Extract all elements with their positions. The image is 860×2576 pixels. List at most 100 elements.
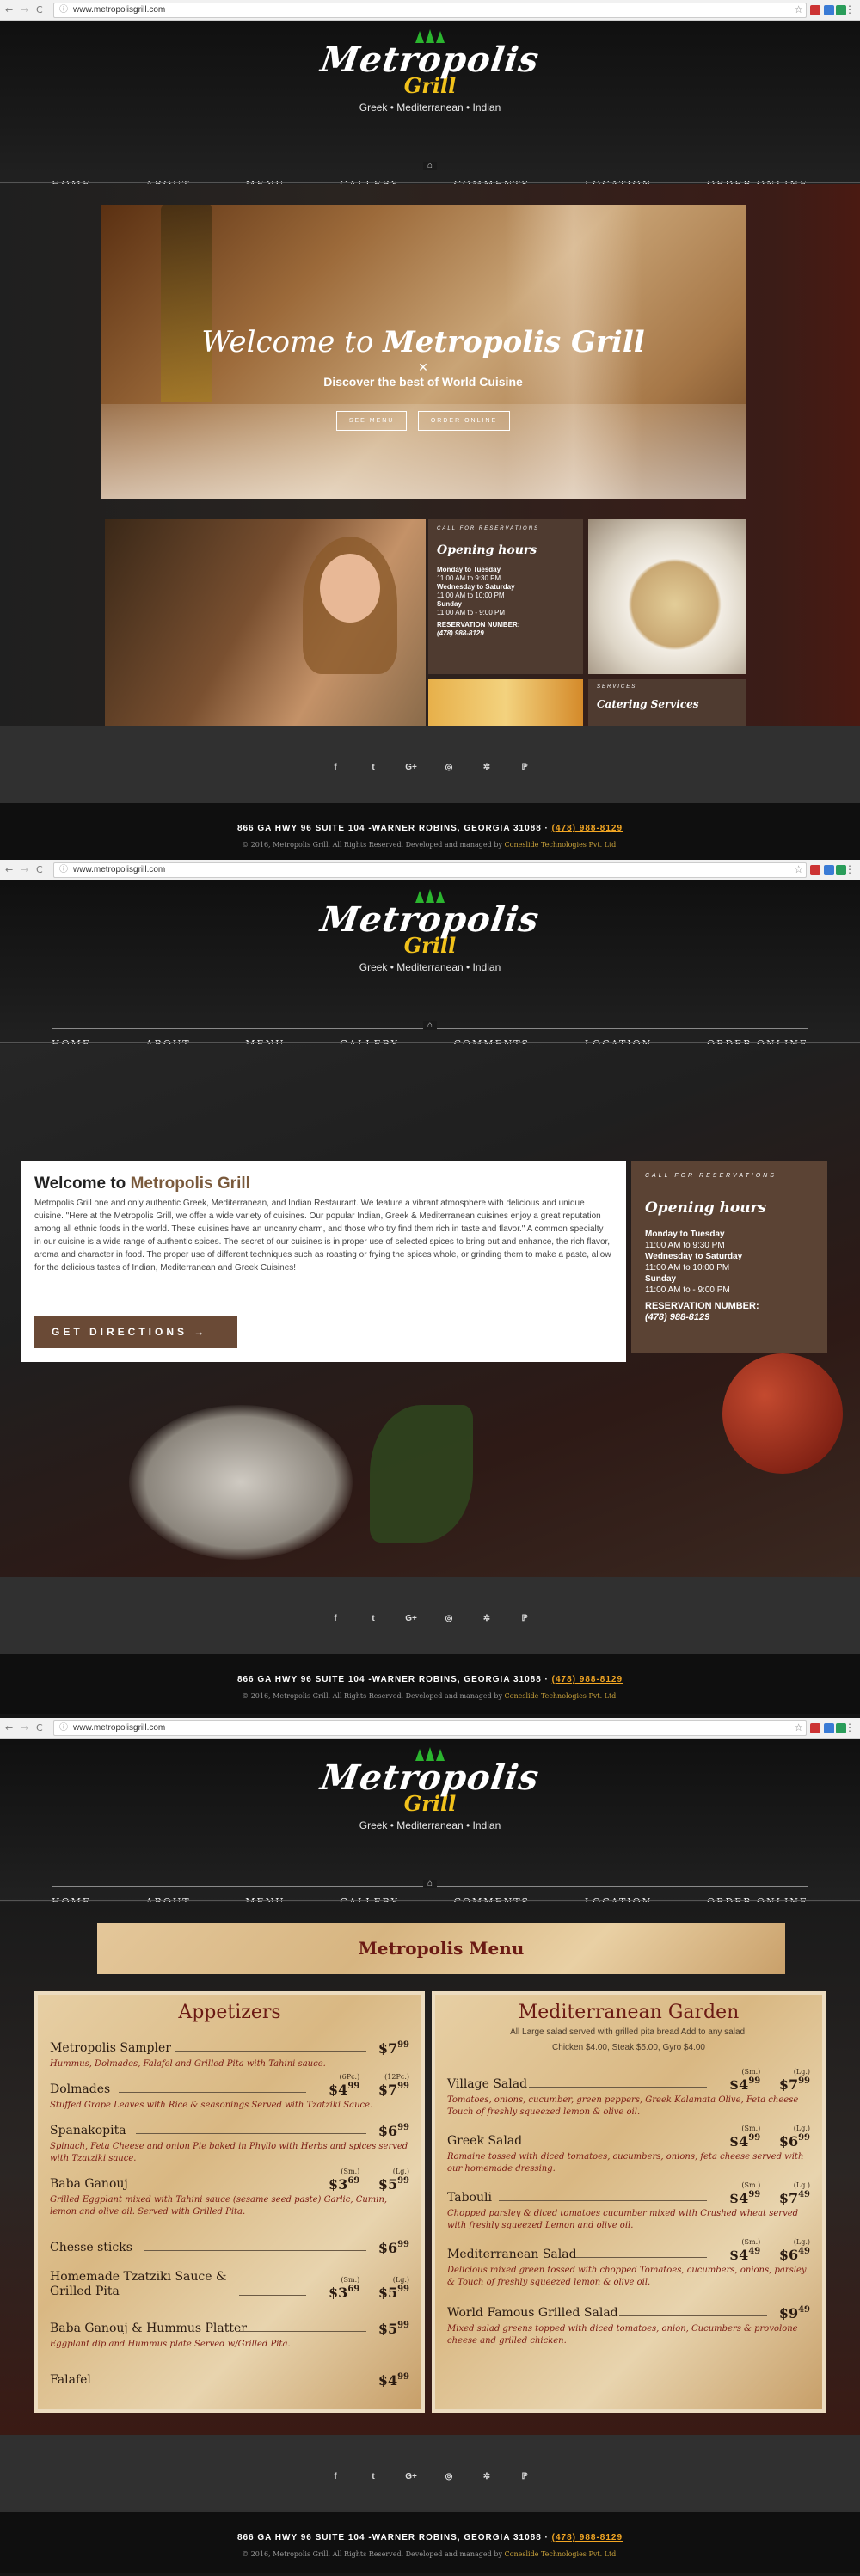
site-logo[interactable]: Metropolis Grill Greek • Mediterranean •… bbox=[0, 29, 860, 113]
site-header: Metropolis Grill Greek • Mediterranean •… bbox=[0, 1739, 860, 1911]
info-icon[interactable]: ⓘ bbox=[59, 863, 68, 877]
site-logo[interactable]: Metropolis Grill Greek • Mediterranean •… bbox=[0, 1747, 860, 1831]
social-bar: f t G+ ◎ ✲ ℙ bbox=[0, 726, 860, 803]
info-icon[interactable]: ⓘ bbox=[59, 3, 68, 17]
forward-icon[interactable]: → bbox=[21, 3, 28, 17]
menu-item: Falafel $499 bbox=[50, 2370, 409, 2389]
hero-cross-ornament: ✕ bbox=[418, 360, 428, 374]
bookmark-star-icon[interactable]: ☆ bbox=[794, 1721, 803, 1733]
browser-toolbar: ← → C ⓘ www.metropolisgrill.com ☆ ⋮ bbox=[0, 860, 860, 880]
foursquare-icon[interactable]: ℙ bbox=[506, 1614, 544, 1623]
browser-menu-icon[interactable]: ⋮ bbox=[845, 3, 855, 16]
house-icon: ⌂ bbox=[423, 1880, 437, 1888]
instagram-icon[interactable]: ◎ bbox=[430, 2472, 468, 2481]
extension-icon[interactable] bbox=[810, 865, 820, 875]
size-label: (Lg.) bbox=[793, 2125, 810, 2132]
leader-dots bbox=[239, 2295, 306, 2296]
footer-phone-link[interactable]: (478) 988-8129 bbox=[552, 2533, 623, 2542]
developer-link[interactable]: Coneslide Technologies Pvt. Ltd. bbox=[505, 2550, 618, 2558]
extension-icon[interactable] bbox=[810, 1723, 820, 1733]
google-plus-icon[interactable]: G+ bbox=[392, 1614, 430, 1623]
footer-phone-link[interactable]: (478) 988-8129 bbox=[552, 824, 623, 833]
developer-link[interactable]: Coneslide Technologies Pvt. Ltd. bbox=[505, 1692, 618, 1700]
size-label: (12Pc.) bbox=[384, 2073, 409, 2081]
foursquare-icon[interactable]: ℙ bbox=[506, 2472, 544, 2481]
menu-item: Mediterranean Salad (Sm.) $449 (Lg.) $649 … bbox=[447, 2238, 810, 2289]
address-bar[interactable]: ⓘ www.metropolisgrill.com bbox=[53, 1720, 807, 1736]
order-online-button[interactable]: ORDER ONLINE bbox=[417, 411, 511, 431]
hours-line: Wednesday to Saturday bbox=[645, 1252, 743, 1261]
back-icon[interactable]: ← bbox=[5, 3, 13, 17]
facebook-icon[interactable]: f bbox=[316, 2472, 354, 2481]
twitter-icon[interactable]: t bbox=[354, 2472, 392, 2481]
facebook-icon[interactable]: f bbox=[316, 1614, 354, 1623]
browser-toolbar: ← → C ⓘ www.metropolisgrill.com ☆ ⋮ bbox=[0, 0, 860, 21]
foursquare-icon[interactable]: ℙ bbox=[506, 763, 544, 772]
about-body: Metropolis Grill one and only authentic … bbox=[34, 1199, 611, 1273]
brand-name: Metropolis bbox=[318, 40, 543, 80]
see-menu-button[interactable]: SEE MENU bbox=[335, 411, 408, 431]
item-name: Homemade Tzatziki Sauce & Grilled Pita bbox=[50, 2270, 227, 2298]
site-footer: 866 GA HWY 96 SUITE 104 -WARNER ROBINS, … bbox=[0, 803, 860, 860]
reload-icon[interactable]: C bbox=[36, 1721, 43, 1735]
get-directions-button[interactable]: GET DIRECTIONS → bbox=[34, 1316, 237, 1348]
plate-image bbox=[129, 1405, 353, 1560]
address-bar[interactable]: ⓘ www.metropolisgrill.com bbox=[53, 3, 807, 18]
browser-menu-icon[interactable]: ⋮ bbox=[845, 1720, 855, 1734]
back-icon[interactable]: ← bbox=[5, 1721, 13, 1735]
facebook-icon[interactable]: f bbox=[316, 763, 354, 772]
reservation-phone[interactable]: (478) 988-8129 bbox=[437, 629, 574, 638]
info-icon[interactable]: ⓘ bbox=[59, 1721, 68, 1735]
item-prices: (Sm.) $499 (Lg.) $749 bbox=[729, 2181, 810, 2206]
item-name: Falafel bbox=[50, 2373, 91, 2387]
item-description: Spinach, Feta Cheese and onion Pie baked… bbox=[50, 2142, 408, 2163]
hours-line: 11:00 AM to - 9:00 PM bbox=[437, 609, 506, 616]
hours-line: Sunday bbox=[645, 1274, 677, 1284]
extension-icon[interactable] bbox=[810, 5, 820, 15]
address-bar[interactable]: ⓘ www.metropolisgrill.com bbox=[53, 862, 807, 878]
site-logo[interactable]: Metropolis Grill Greek • Mediterranean •… bbox=[0, 889, 860, 973]
opening-hours-card: CALL FOR RESERVATIONS Opening hours Mond… bbox=[631, 1161, 827, 1353]
extension-icon[interactable] bbox=[824, 865, 834, 875]
item-description: Delicious mixed green tossed with choppe… bbox=[447, 2266, 807, 2287]
leader-dots bbox=[529, 2087, 707, 2088]
back-icon[interactable]: ← bbox=[5, 863, 13, 877]
extension-icon[interactable] bbox=[824, 1723, 834, 1733]
item-description: Mixed salad greens topped with diced tom… bbox=[447, 2324, 798, 2346]
browser-menu-icon[interactable]: ⋮ bbox=[845, 862, 855, 876]
size-label: (6Pc.) bbox=[339, 2073, 360, 2081]
footer-phone-link[interactable]: (478) 988-8129 bbox=[552, 1675, 623, 1684]
reservation-phone[interactable]: (478) 988-8129 bbox=[645, 1312, 814, 1323]
instagram-icon[interactable]: ◎ bbox=[430, 1614, 468, 1623]
garden-note: All Large salad served with grilled pita… bbox=[510, 2027, 747, 2037]
yelp-icon[interactable]: ✲ bbox=[468, 1614, 506, 1623]
yelp-icon[interactable]: ✲ bbox=[468, 763, 506, 772]
copyright: © 2016, Metropolis Grill. All Rights Res… bbox=[242, 841, 618, 849]
reload-icon[interactable]: C bbox=[36, 863, 43, 877]
twitter-icon[interactable]: t bbox=[354, 763, 392, 772]
services-card[interactable]: SERVICES Catering Services bbox=[588, 679, 746, 726]
services-label: SERVICES bbox=[597, 684, 637, 690]
extension-icon[interactable] bbox=[824, 5, 834, 15]
item-name: Chesse sticks bbox=[50, 2241, 132, 2254]
forward-icon[interactable]: → bbox=[21, 1721, 28, 1735]
google-plus-icon[interactable]: G+ bbox=[392, 763, 430, 772]
reload-icon[interactable]: C bbox=[36, 3, 43, 17]
hero-banner: Welcome to Metropolis Grill ✕ Discover t… bbox=[101, 205, 746, 499]
footer-address: 866 GA HWY 96 SUITE 104 -WARNER ROBINS, … bbox=[236, 824, 624, 833]
developer-link[interactable]: Coneslide Technologies Pvt. Ltd. bbox=[505, 841, 618, 849]
bookmark-star-icon[interactable]: ☆ bbox=[794, 863, 803, 875]
hours-line: Sunday bbox=[437, 600, 462, 608]
item-price: $499 bbox=[378, 2372, 409, 2389]
twitter-icon[interactable]: t bbox=[354, 1614, 392, 1623]
item-name: Baba Ganouj bbox=[50, 2177, 128, 2191]
bookmark-star-icon[interactable]: ☆ bbox=[794, 3, 803, 15]
instagram-icon[interactable]: ◎ bbox=[430, 763, 468, 772]
item-description: Hummus, Dolmades, Falafel and Grilled Pi… bbox=[50, 2059, 326, 2069]
footer-address: 866 GA HWY 96 SUITE 104 -WARNER ROBINS, … bbox=[236, 1675, 624, 1684]
forward-icon[interactable]: → bbox=[21, 863, 28, 877]
google-plus-icon[interactable]: G+ bbox=[392, 2472, 430, 2481]
opening-hours-title: Opening hours bbox=[645, 1199, 767, 1217]
footer-address: 866 GA HWY 96 SUITE 104 -WARNER ROBINS, … bbox=[236, 2533, 624, 2542]
yelp-icon[interactable]: ✲ bbox=[468, 2472, 506, 2481]
